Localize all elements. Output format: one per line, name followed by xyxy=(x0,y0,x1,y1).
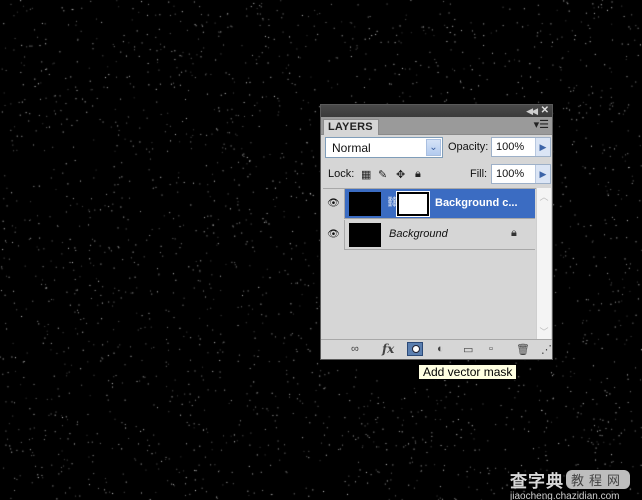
lock-all-icon[interactable]: 🔒︎ xyxy=(415,168,421,181)
lock-fill-row: Lock: ▦ ✎ ✥ 🔒︎ Fill: 100% ▶ xyxy=(324,163,551,185)
layers-scrollbar[interactable]: ︿ ﹀ xyxy=(536,188,551,341)
blend-opacity-row: Normal ⌄ Opacity: 100% ▶ xyxy=(324,137,551,159)
tab-layers[interactable]: LAYERS xyxy=(323,119,379,135)
panel-tab-row: LAYERS ▾☰ xyxy=(321,117,552,135)
resize-grip-icon[interactable]: ⋰ xyxy=(541,343,552,356)
panel-footer-toolbar: ∞ fx ◐ ▭ ▫ 🗑︎ ⋰ xyxy=(321,339,552,359)
watermark: 查字典 教程网 jiaocheng.chazidian.com xyxy=(510,467,631,500)
opacity-label: Opacity: xyxy=(448,141,489,153)
new-group-icon[interactable]: ▭ xyxy=(463,343,473,356)
new-adjustment-layer-icon[interactable]: ◐ xyxy=(437,343,444,355)
lock-label: Lock: xyxy=(328,168,355,180)
layer-name: Background c... xyxy=(435,197,518,209)
add-vector-mask-icon[interactable] xyxy=(407,342,423,356)
chevron-down-icon[interactable]: ⌄ xyxy=(426,139,441,156)
opacity-value: 100% xyxy=(496,141,525,153)
lock-position-icon[interactable]: ✥ xyxy=(396,168,405,181)
close-icon[interactable]: ✕ xyxy=(541,105,549,117)
scroll-up-icon[interactable]: ︿ xyxy=(537,190,551,204)
tooltip: Add vector mask xyxy=(418,364,518,380)
new-layer-icon[interactable]: ▫ xyxy=(489,343,493,355)
layer-thumbnail xyxy=(349,223,381,247)
fill-field[interactable]: 100% ▶ xyxy=(491,164,551,184)
layer-name: Background xyxy=(389,228,448,240)
blend-mode-select[interactable]: Normal ⌄ xyxy=(325,137,443,158)
scroll-down-icon[interactable]: ﹀ xyxy=(537,325,551,339)
vector-mask-thumbnail[interactable] xyxy=(396,191,430,217)
visibility-eye-icon[interactable]: 👁︎ xyxy=(323,220,345,250)
opacity-field[interactable]: 100% ▶ xyxy=(491,137,551,157)
fill-value: 100% xyxy=(496,168,525,180)
blend-mode-value: Normal xyxy=(332,141,371,155)
layers-panel: ◀◀ ✕ LAYERS ▾☰ Normal ⌄ Opacity: 100% ▶ … xyxy=(320,104,553,360)
watermark-tag: 教程网 xyxy=(566,470,631,489)
delete-layer-icon[interactable]: 🗑︎ xyxy=(516,343,530,356)
lock-image-pixels-icon[interactable]: ✎ xyxy=(378,168,387,181)
layers-list: 👁︎ ⛓︎ Background c... 👁︎ Background 🔒︎ xyxy=(323,188,550,341)
watermark-url: jiaocheng.chazidian.com xyxy=(510,491,620,500)
watermark-brand: 查字典 xyxy=(510,472,564,491)
fill-slider-arrow-icon[interactable]: ▶ xyxy=(535,165,550,183)
panel-menu-icon[interactable]: ▾☰ xyxy=(534,119,549,131)
link-layers-icon[interactable]: ∞ xyxy=(351,343,359,355)
fill-label: Fill: xyxy=(470,168,488,180)
layer-row-background[interactable]: 👁︎ Background 🔒︎ xyxy=(323,220,535,250)
layer-row-background-copy[interactable]: 👁︎ ⛓︎ Background c... xyxy=(323,189,535,219)
layer-locked-icon: 🔒︎ xyxy=(511,227,517,239)
lock-transparent-pixels-icon[interactable]: ▦ xyxy=(361,168,371,181)
opacity-slider-arrow-icon[interactable]: ▶ xyxy=(535,138,550,156)
collapse-panel-icon[interactable]: ◀◀ xyxy=(526,105,538,117)
panel-titlebar[interactable]: ◀◀ ✕ xyxy=(321,105,552,117)
visibility-eye-icon[interactable]: 👁︎ xyxy=(323,189,345,219)
layer-thumbnail xyxy=(349,192,381,216)
add-layer-style-icon[interactable]: fx xyxy=(382,342,394,356)
